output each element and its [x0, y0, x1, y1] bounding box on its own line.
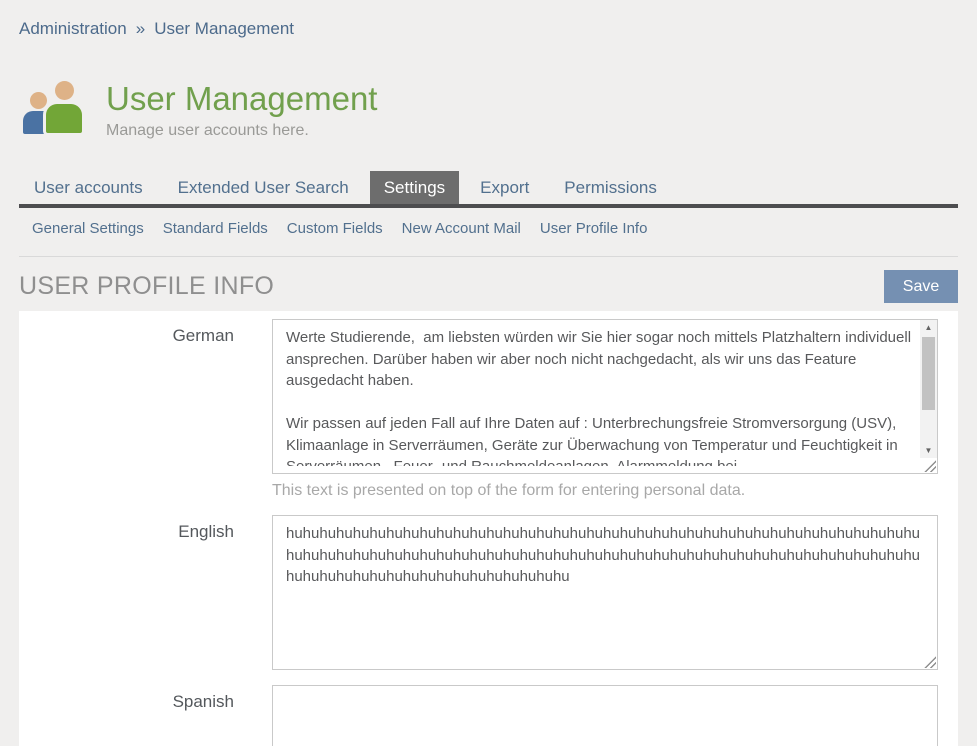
header-text: User Management Manage user accounts her…: [106, 79, 377, 140]
subtab-general-settings[interactable]: General Settings: [32, 220, 144, 237]
tab-permissions[interactable]: Permissions: [550, 171, 671, 204]
german-textarea[interactable]: Werte Studierende, am liebsten würden wi…: [272, 319, 938, 474]
user-icon-head-blue: [30, 92, 47, 109]
scroll-up-icon[interactable]: ▲: [920, 320, 937, 335]
spanish-field: [272, 685, 938, 746]
subtab-user-profile-info[interactable]: User Profile Info: [540, 220, 648, 237]
spanish-label: Spanish: [19, 685, 234, 746]
form-row-english: English huhuhuhuhuhuhuhuhuhuhuhuhuhuhuhu…: [19, 515, 958, 670]
page: Administration » User Management User Mana…: [0, 0, 977, 746]
breadcrumb-separator: »: [136, 19, 145, 38]
page-subtitle: Manage user accounts here.: [106, 122, 377, 140]
page-header: User Management Manage user accounts her…: [19, 79, 958, 140]
resize-grip-icon[interactable]: [924, 656, 936, 668]
form-row-german: German Werte Studierende, am liebsten wü…: [19, 319, 958, 500]
save-button[interactable]: Save: [884, 270, 958, 303]
english-label: English: [19, 515, 234, 670]
subtab-standard-fields[interactable]: Standard Fields: [163, 220, 268, 237]
user-icon-body-green: [46, 104, 82, 133]
german-scrollbar[interactable]: ▲ ▼: [920, 320, 937, 458]
form-panel: German Werte Studierende, am liebsten wü…: [19, 311, 958, 746]
section-header: USER PROFILE INFO Save: [19, 270, 958, 303]
resize-grip-icon[interactable]: [924, 460, 936, 472]
subtab-divider: [19, 256, 958, 257]
users-icon: [23, 79, 83, 135]
english-textarea-value: huhuhuhuhuhuhuhuhuhuhuhuhuhuhuhuhuhuhuhu…: [286, 523, 924, 662]
user-icon-head-green: [55, 81, 74, 100]
german-textarea-value: Werte Studierende, am liebsten würden wi…: [286, 327, 913, 466]
breadcrumb-link-administration[interactable]: Administration: [19, 19, 127, 38]
spanish-textarea-value: [286, 693, 924, 746]
subtab-new-account-mail[interactable]: New Account Mail: [402, 220, 521, 237]
spanish-textarea[interactable]: [272, 685, 938, 746]
subtab-custom-fields[interactable]: Custom Fields: [287, 220, 383, 237]
scroll-down-icon[interactable]: ▼: [920, 443, 937, 458]
english-textarea[interactable]: huhuhuhuhuhuhuhuhuhuhuhuhuhuhuhuhuhuhuhu…: [272, 515, 938, 670]
tab-export[interactable]: Export: [466, 171, 543, 204]
form-row-spanish: Spanish: [19, 685, 958, 746]
breadcrumb-link-user-management[interactable]: User Management: [154, 19, 294, 38]
breadcrumb: Administration » User Management: [19, 0, 958, 39]
tab-user-accounts[interactable]: User accounts: [20, 171, 157, 204]
english-field: huhuhuhuhuhuhuhuhuhuhuhuhuhuhuhuhuhuhuhu…: [272, 515, 938, 670]
section-title: USER PROFILE INFO: [19, 272, 274, 301]
scrollbar-thumb[interactable]: [922, 337, 935, 410]
german-hint: This text is presented on top of the for…: [272, 482, 938, 500]
page-title: User Management: [106, 79, 377, 119]
tab-bar: User accounts Extended User Search Setti…: [19, 171, 958, 208]
tab-settings[interactable]: Settings: [370, 171, 459, 204]
tab-extended-user-search[interactable]: Extended User Search: [164, 171, 363, 204]
german-field: Werte Studierende, am liebsten würden wi…: [272, 319, 938, 500]
german-label: German: [19, 319, 234, 500]
subtab-bar: General Settings Standard Fields Custom …: [19, 220, 958, 237]
